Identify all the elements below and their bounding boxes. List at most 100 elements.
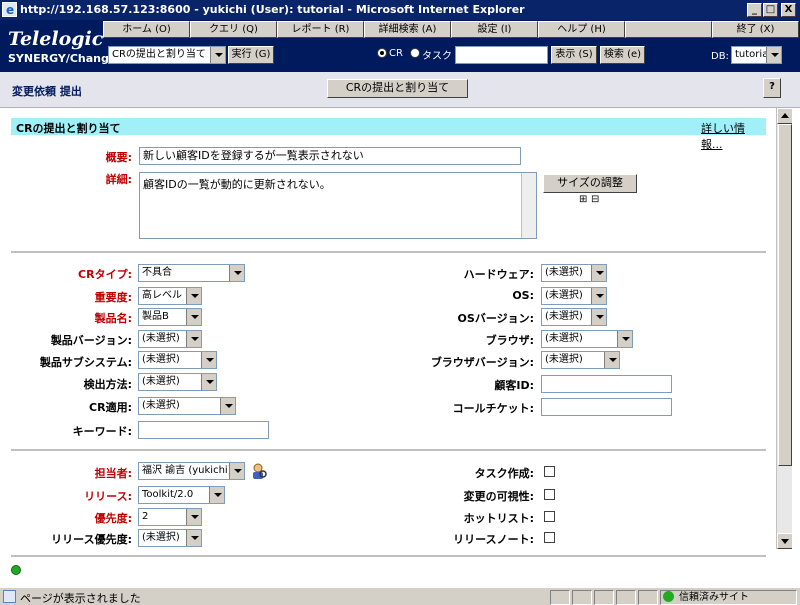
chevron-down-icon xyxy=(229,463,244,479)
cr-type-select[interactable]: 不具合 xyxy=(138,264,245,282)
collapse-icon[interactable]: ⊟ xyxy=(591,194,599,205)
os-version-label: OSバージョン: xyxy=(457,312,534,325)
maximize-button[interactable]: □ xyxy=(763,3,778,17)
show-button[interactable]: 表示 (S) xyxy=(551,46,597,64)
security-zone: 信頼済みサイト xyxy=(660,590,797,605)
summary-label: 概要: xyxy=(105,151,132,164)
divider xyxy=(11,555,766,557)
os-value: (未選択) xyxy=(545,290,583,301)
minimize-button[interactable]: _ xyxy=(747,3,762,17)
nav-exit[interactable]: 終了 (X) xyxy=(712,21,799,38)
hardware-select[interactable]: (未選択) xyxy=(541,264,607,282)
chevron-down-icon xyxy=(186,331,201,347)
close-button[interactable]: X xyxy=(781,3,796,17)
release-notes-checkbox[interactable] xyxy=(544,532,555,543)
textarea-scrollbar[interactable] xyxy=(521,173,536,238)
search-input[interactable] xyxy=(455,46,548,64)
window-title: http://192.168.57.123:8600 - yukichi (Us… xyxy=(20,3,525,16)
user-lookup-icon[interactable] xyxy=(250,462,268,480)
product-subsystem-value: (未選択) xyxy=(142,354,180,365)
scroll-up-arrow-icon[interactable] xyxy=(777,108,793,124)
cr-type-value: 不具合 xyxy=(142,267,172,278)
hardware-label: ハードウェア: xyxy=(463,268,534,281)
run-button[interactable]: 実行 (G) xyxy=(228,46,274,64)
os-version-select[interactable]: (未選択) xyxy=(541,308,607,326)
status-segment xyxy=(572,590,592,605)
severity-select[interactable]: 高レベル xyxy=(138,287,202,305)
release-select[interactable]: Toolkit/2.0 xyxy=(138,486,225,504)
detection-method-select[interactable]: (未選択) xyxy=(138,373,217,391)
product-version-select[interactable]: (未選択) xyxy=(138,330,202,348)
check-circle-icon xyxy=(663,591,674,602)
chevron-down-icon xyxy=(186,309,201,325)
detail-textarea[interactable]: 顧客IDの一覧が動的に更新されない。 xyxy=(139,172,537,239)
browser-value: (未選択) xyxy=(545,333,583,344)
priority-label: 優先度: xyxy=(94,512,132,525)
submit-assign-button[interactable]: CRの提出と割り当て xyxy=(327,79,468,98)
nav-advanced-search[interactable]: 詳細検索 (A) xyxy=(364,21,451,38)
main-nav: ホーム (O) クエリ (Q) レポート (R) 詳細検索 (A) 設定 (I)… xyxy=(103,21,799,38)
product-name: SYNERGY/Change xyxy=(8,52,117,65)
chevron-down-icon xyxy=(591,288,606,304)
page-icon xyxy=(3,590,16,603)
change-visibility-checkbox[interactable] xyxy=(544,489,555,500)
chevron-down-icon xyxy=(229,265,244,281)
chevron-down-icon xyxy=(201,352,216,368)
browser-version-value: (未選択) xyxy=(545,354,583,365)
search-button[interactable]: 検索 (e) xyxy=(600,46,645,64)
detail-label: 詳細: xyxy=(105,173,132,186)
assignee-label: 担当者: xyxy=(94,467,132,480)
expand-icon[interactable]: ⊞ xyxy=(579,194,587,205)
release-priority-label: リリース優先度: xyxy=(51,533,132,546)
call-ticket-label: コールチケット: xyxy=(452,402,534,415)
nav-query[interactable]: クエリ (Q) xyxy=(190,21,277,38)
browser-select[interactable]: (未選択) xyxy=(541,330,633,348)
release-label: リリース: xyxy=(84,490,132,503)
os-select[interactable]: (未選択) xyxy=(541,287,607,305)
browser-version-select[interactable]: (未選択) xyxy=(541,351,620,369)
severity-value: 高レベル xyxy=(142,290,182,301)
details-link[interactable]: 詳しい情報... xyxy=(701,120,766,152)
chevron-down-icon xyxy=(201,374,216,390)
scroll-thumb[interactable] xyxy=(778,124,792,466)
resize-button[interactable]: サイズの調整 xyxy=(543,174,637,193)
assignee-select[interactable]: 福沢 諭吉 (yukichi) xyxy=(138,462,245,480)
db-label: DB: xyxy=(711,51,729,62)
release-notes-label: リリースノート: xyxy=(453,533,534,546)
radio-cr-label: CR xyxy=(389,48,403,59)
product-value: 製品B xyxy=(142,311,169,322)
call-ticket-input[interactable] xyxy=(541,398,672,416)
create-task-checkbox[interactable] xyxy=(544,466,555,477)
help-button[interactable]: ? xyxy=(763,78,781,98)
chevron-down-icon xyxy=(220,398,235,414)
action-select[interactable]: CRの提出と割り当て xyxy=(108,46,226,64)
product-subsystem-select[interactable]: (未選択) xyxy=(138,351,217,369)
summary-field[interactable]: 新しい顧客IDを登録するが一覧表示されない xyxy=(139,147,521,165)
detection-method-value: (未選択) xyxy=(142,376,180,387)
chevron-down-icon xyxy=(186,288,201,304)
chevron-down-icon xyxy=(186,530,201,546)
db-select[interactable]: tutorial xyxy=(731,46,782,64)
keyword-input[interactable] xyxy=(138,421,269,439)
radio-cr[interactable] xyxy=(377,48,387,58)
status-bar: ページが表示されました 信頼済みサイト xyxy=(0,587,800,605)
hotlist-checkbox[interactable] xyxy=(544,511,555,522)
cr-applies-select[interactable]: (未選択) xyxy=(138,397,236,415)
scroll-down-arrow-icon[interactable] xyxy=(777,533,793,549)
product-version-label: 製品バージョン: xyxy=(50,334,132,347)
nav-blank xyxy=(625,21,712,38)
priority-select[interactable]: 2 xyxy=(138,508,202,526)
status-segment xyxy=(594,590,614,605)
nav-home[interactable]: ホーム (O) xyxy=(103,21,190,38)
nav-help[interactable]: ヘルプ (H) xyxy=(538,21,625,38)
customer-id-input[interactable] xyxy=(541,375,672,393)
page-scrollbar[interactable] xyxy=(776,108,793,549)
browser-version-label: ブラウザバージョン: xyxy=(430,356,534,369)
release-priority-select[interactable]: (未選択) xyxy=(138,529,202,547)
nav-report[interactable]: レポート (R) xyxy=(277,21,364,38)
browser-label: ブラウザ: xyxy=(485,334,534,347)
radio-dot xyxy=(380,51,384,55)
radio-task[interactable] xyxy=(410,48,420,58)
nav-settings[interactable]: 設定 (I) xyxy=(451,21,538,38)
product-select[interactable]: 製品B xyxy=(138,308,202,326)
